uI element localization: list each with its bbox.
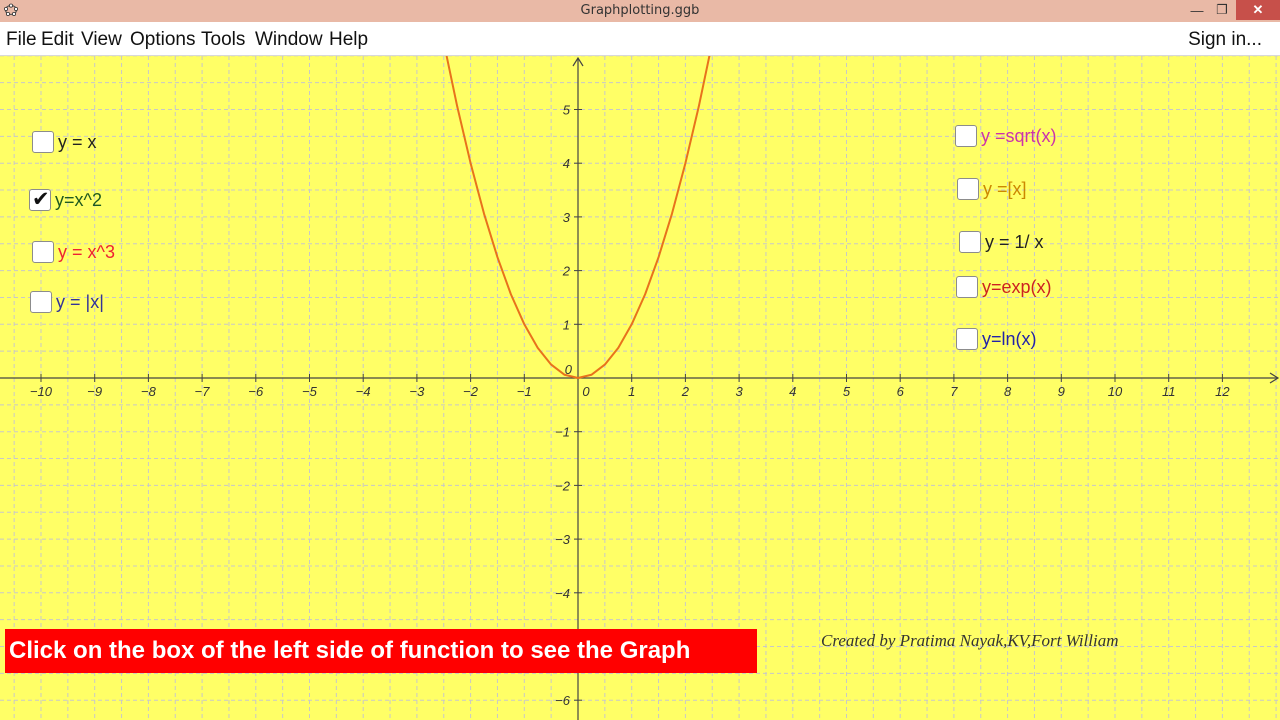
- credit-text: Created by Pratima Nayak,KV,Fort William: [821, 631, 1119, 650]
- checkbox-box[interactable]: [955, 125, 977, 147]
- checkbox-label: y =[x]: [983, 178, 1027, 199]
- sign-in-link[interactable]: Sign in...: [1188, 29, 1262, 51]
- x-tick-label: 10: [1108, 384, 1123, 399]
- menu-view[interactable]: View: [81, 29, 122, 51]
- y-tick-label: 4: [563, 156, 570, 171]
- checkbox-box[interactable]: ✔: [29, 187, 51, 211]
- y-tick-label: 5: [563, 103, 571, 118]
- checkbox-y-equals-abs-x[interactable]: y = |x|: [30, 291, 104, 313]
- x-tick-label: −4: [356, 384, 371, 399]
- x-tick-label: 3: [735, 384, 743, 399]
- y-tick-label: 1: [563, 317, 570, 332]
- checkbox-box[interactable]: [959, 231, 981, 253]
- close-button[interactable]: ✕: [1236, 0, 1280, 20]
- x-tick-label: 6: [897, 384, 905, 399]
- instruction-banner: Click on the box of the left side of fun…: [5, 629, 757, 673]
- graph-canvas[interactable]: −10 −9 −8 −7 −6 −5 −4 −3 −2 −1 0 1 2 3 4 5 6 7 8 9 10 11 12−6−…: [0, 56, 1280, 720]
- y-tick-label: 3: [563, 210, 571, 225]
- checkbox-label: y = x^3: [58, 241, 115, 262]
- checkbox-box[interactable]: [957, 178, 979, 200]
- checkbox-label: y = x: [58, 131, 97, 152]
- minimize-button[interactable]: —: [1184, 0, 1210, 20]
- menu-bar: File Edit View Options Tools Window Help…: [0, 22, 1280, 56]
- checkmark-icon: ✔: [32, 187, 50, 211]
- y-tick-label: 2: [562, 264, 571, 279]
- grid-lines: [0, 56, 1280, 720]
- checkbox-y-equals-x-cubed[interactable]: y = x^3: [32, 241, 115, 263]
- checkbox-y-equals-ln-x[interactable]: y=ln(x): [956, 328, 1037, 350]
- x-tick-label: −5: [302, 384, 318, 399]
- x-tick-label: −3: [409, 384, 425, 399]
- y-tick-label: −1: [555, 425, 570, 440]
- checkbox-label: y =sqrt(x): [981, 125, 1057, 146]
- x-tick-label: −1: [517, 384, 532, 399]
- x-tick-label: 11: [1162, 384, 1176, 399]
- x-tick-label: 8: [1004, 384, 1012, 399]
- graphics-view[interactable]: −10 −9 −8 −7 −6 −5 −4 −3 −2 −1 0 1 2 3 4 5 6 7 8 9 10 11 12 −6−…: [0, 56, 1280, 720]
- menu-window[interactable]: Window: [255, 29, 323, 51]
- x-tick-label: −10: [30, 384, 53, 399]
- checkbox-box[interactable]: [32, 131, 54, 153]
- x-tick-label: 9: [1058, 384, 1065, 399]
- x-tick-label: −9: [87, 384, 102, 399]
- x-tick-label: 1: [628, 384, 635, 399]
- x-tick-label: 0: [582, 384, 590, 399]
- checkbox-box[interactable]: [30, 291, 52, 313]
- window-title: Graphplotting.ggb: [580, 3, 700, 18]
- checkbox-label: y=x^2: [55, 189, 102, 210]
- checkbox-y-equals-x[interactable]: y = x: [32, 131, 97, 153]
- y-tick-label: −4: [555, 586, 570, 601]
- axes: [0, 56, 1280, 720]
- x-tick-label: 2: [681, 384, 690, 399]
- checkbox-label: y = 1/ x: [985, 231, 1044, 252]
- y-tick-label: −2: [555, 478, 571, 493]
- title-bar: Graphplotting.ggb — ❐ ✕: [0, 0, 1280, 22]
- x-tick-label: −8: [141, 384, 157, 399]
- checkbox-label: y=exp(x): [982, 276, 1052, 297]
- checkbox-y-equals-exp-x[interactable]: y=exp(x): [956, 276, 1052, 298]
- x-tick-label: 4: [789, 384, 796, 399]
- checkbox-label: y=ln(x): [982, 328, 1037, 349]
- menu-help[interactable]: Help: [329, 29, 368, 51]
- x-tick-label: 5: [843, 384, 851, 399]
- checkbox-y-equals-reciprocal-x[interactable]: y = 1/ x: [959, 231, 1044, 253]
- checkbox-label: y = |x|: [56, 291, 104, 312]
- menu-edit[interactable]: Edit: [41, 29, 74, 51]
- menu-tools[interactable]: Tools: [201, 29, 245, 51]
- checkbox-y-equals-x-squared[interactable]: ✔ y=x^2: [29, 187, 102, 211]
- checkbox-y-equals-sqrt-x[interactable]: y =sqrt(x): [955, 125, 1057, 147]
- y-tick-label: −6: [555, 693, 571, 708]
- checkbox-box[interactable]: [32, 241, 54, 263]
- menu-file[interactable]: File: [6, 29, 37, 51]
- x-tick-label: 12: [1215, 384, 1230, 399]
- y-tick-label: −3: [555, 532, 571, 547]
- restore-button[interactable]: ❐: [1210, 0, 1234, 20]
- x-tick-label: −7: [195, 384, 211, 399]
- checkbox-box[interactable]: [956, 276, 978, 298]
- menu-options[interactable]: Options: [130, 29, 195, 51]
- checkbox-y-equals-floor-x[interactable]: y =[x]: [957, 178, 1027, 200]
- checkbox-box[interactable]: [956, 328, 978, 350]
- x-tick-label: −2: [463, 384, 479, 399]
- x-tick-label: −6: [248, 384, 264, 399]
- x-tick-label: 7: [950, 384, 958, 399]
